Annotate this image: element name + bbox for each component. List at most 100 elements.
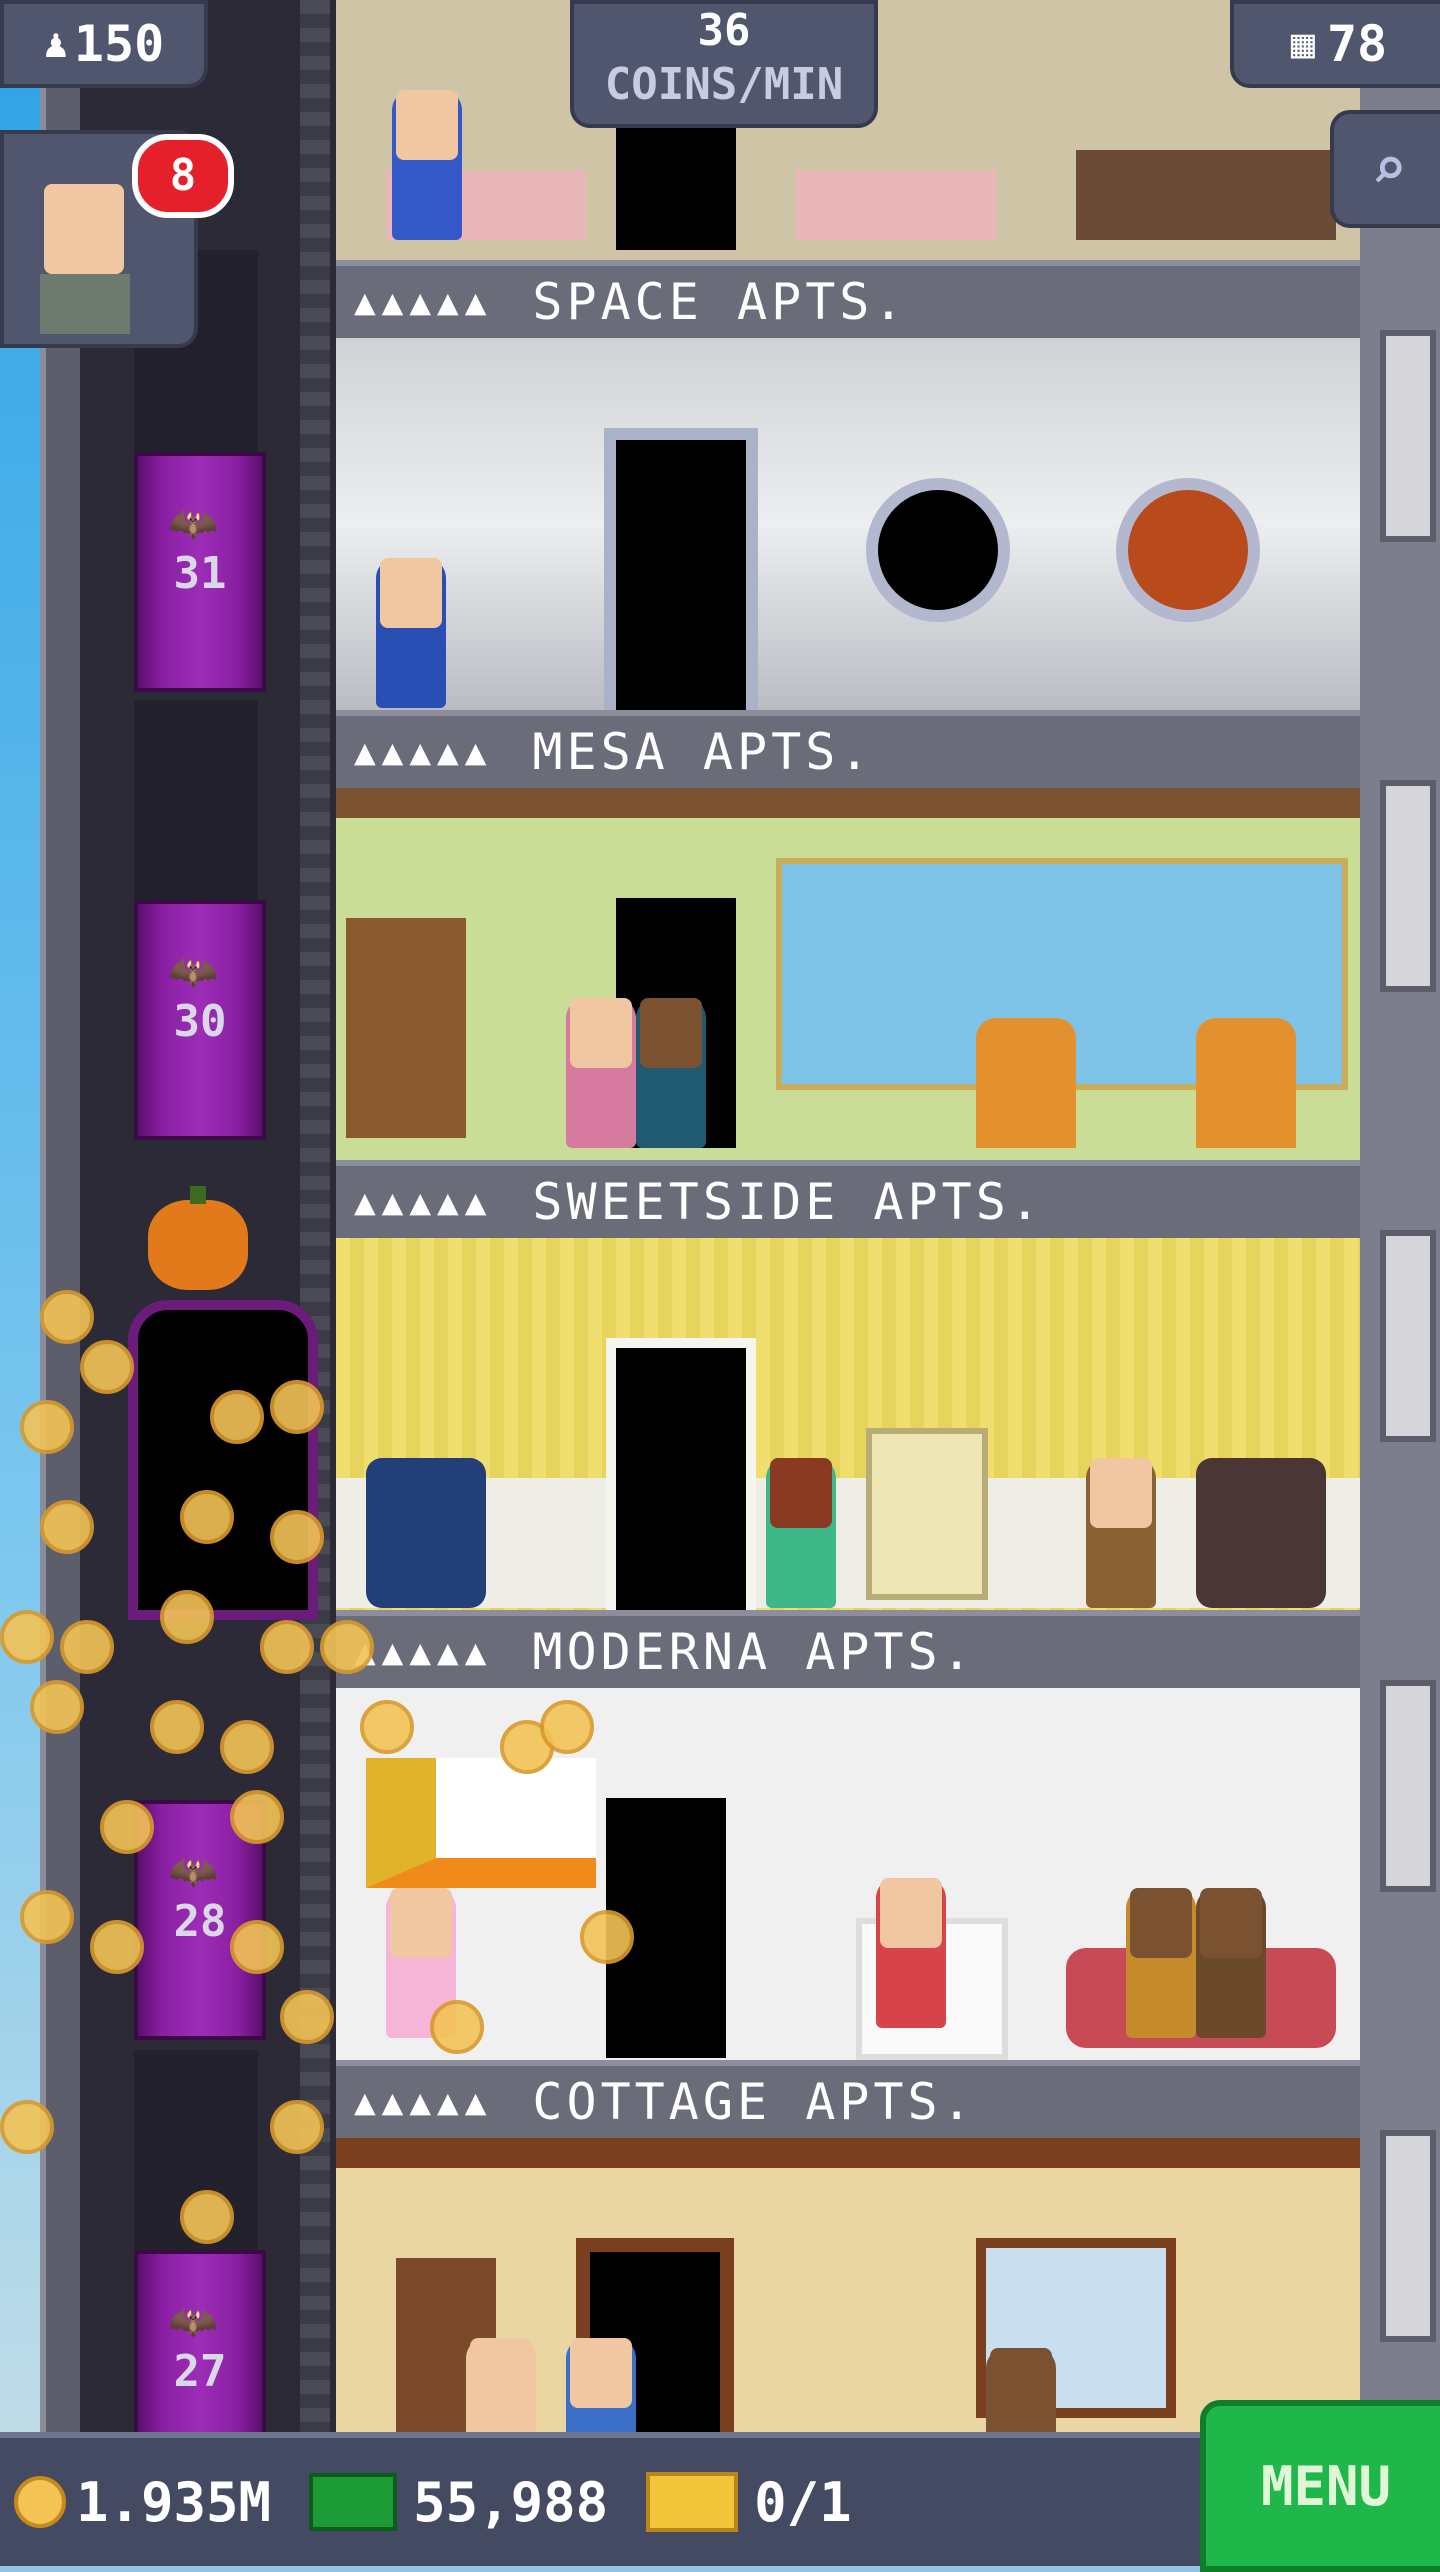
floor-moderna-apts[interactable] bbox=[336, 1688, 1360, 2060]
bitizen-character[interactable] bbox=[392, 90, 462, 240]
coin-icon bbox=[540, 1700, 594, 1754]
bitizen-character[interactable] bbox=[766, 1458, 836, 1608]
bitizen-character[interactable] bbox=[376, 558, 446, 708]
bitizen-character[interactable] bbox=[986, 2348, 1056, 2438]
bat-icon: 🦇 bbox=[168, 949, 218, 995]
elevator-cab[interactable] bbox=[128, 1300, 318, 1620]
resident-pips: ▲▲▲▲▲ bbox=[354, 2081, 493, 2123]
elevator-door-30[interactable]: 🦇 30 bbox=[134, 900, 266, 1140]
coin-icon bbox=[260, 1620, 314, 1674]
bat-icon: 🦇 bbox=[168, 501, 218, 547]
coin-icon bbox=[80, 1340, 134, 1394]
resident-pips: ▲▲▲▲▲ bbox=[354, 1631, 493, 1673]
coin-icon bbox=[230, 1790, 284, 1844]
floor-name: SPACE APTS. bbox=[532, 273, 908, 331]
tower-window bbox=[1380, 2130, 1436, 2342]
tower-window bbox=[1380, 1680, 1436, 1892]
floor-sweetside-apts[interactable] bbox=[336, 1238, 1360, 1610]
building-icon: ▦ bbox=[1290, 21, 1315, 67]
coin-icon bbox=[14, 2476, 66, 2528]
coin-icon bbox=[60, 1620, 114, 1674]
golden-ticket-icon bbox=[646, 2472, 739, 2532]
floor-label-moderna-apts[interactable]: ▲▲▲▲▲ MODERNA APTS. bbox=[336, 1610, 1360, 1694]
coin-icon bbox=[210, 1390, 264, 1444]
population-counter[interactable]: ♟ 150 bbox=[0, 0, 208, 88]
coin-icon bbox=[360, 1700, 414, 1754]
bux-display[interactable]: 55,988 bbox=[309, 2471, 608, 2534]
bat-icon: 🦇 bbox=[168, 2299, 218, 2345]
coin-icon bbox=[270, 1380, 324, 1434]
bitizen-character[interactable] bbox=[1086, 1458, 1156, 1608]
floor-mesa-apts[interactable] bbox=[336, 788, 1360, 1160]
coins-value: 1.935M bbox=[76, 2470, 272, 2534]
floors-counter[interactable]: ▦ 78 bbox=[1230, 0, 1440, 88]
armchair bbox=[976, 1018, 1076, 1148]
avatar bbox=[44, 184, 124, 274]
coin-icon bbox=[160, 1590, 214, 1644]
coin-icon bbox=[230, 1920, 284, 1974]
bux-value: 55,988 bbox=[413, 2470, 609, 2534]
floor-door bbox=[616, 120, 736, 250]
bat-icon: 🦇 bbox=[168, 1849, 218, 1895]
floor-door bbox=[604, 428, 758, 710]
coin-icon bbox=[0, 2100, 54, 2154]
menu-label: MENU bbox=[1260, 2454, 1392, 2518]
porthole-mars bbox=[1116, 478, 1260, 622]
elevator-door-31[interactable]: 🦇 31 bbox=[134, 452, 266, 692]
coin-icon bbox=[100, 1800, 154, 1854]
floor-name: MODERNA APTS. bbox=[532, 1623, 976, 1681]
brown-sofa bbox=[1196, 1458, 1326, 1608]
coins-per-min-label: COINS/MIN bbox=[604, 59, 844, 110]
bitizen-character[interactable] bbox=[566, 998, 636, 1148]
coin-icon bbox=[270, 2100, 324, 2154]
bitizen-character[interactable] bbox=[876, 1878, 946, 2028]
tickets-display[interactable]: 0/1 bbox=[646, 2471, 852, 2534]
floor-cottage-apts[interactable] bbox=[336, 2138, 1360, 2438]
coin-icon bbox=[40, 1290, 94, 1344]
floor-label-space-apts[interactable]: ▲▲▲▲▲ SPACE APTS. bbox=[336, 260, 1360, 344]
population-icon: ♟ bbox=[43, 21, 68, 67]
coin-icon bbox=[220, 1720, 274, 1774]
resident-pips: ▲▲▲▲▲ bbox=[354, 731, 493, 773]
coin-icon bbox=[320, 1620, 374, 1674]
resident-pips: ▲▲▲▲▲ bbox=[354, 1181, 493, 1223]
pumpkin-decoration bbox=[148, 1186, 248, 1290]
coin-icon bbox=[580, 1910, 634, 1964]
shaft-segment bbox=[134, 700, 258, 910]
bitizen-character[interactable] bbox=[566, 2338, 636, 2438]
coin-icon bbox=[20, 1400, 74, 1454]
armchair bbox=[1196, 1018, 1296, 1148]
elevator-floor-number: 31 bbox=[173, 548, 227, 599]
floor-name: COTTAGE APTS. bbox=[532, 2073, 976, 2131]
menu-button[interactable]: MENU bbox=[1200, 2400, 1440, 2572]
tower-window bbox=[1380, 780, 1436, 992]
bitizen-character[interactable] bbox=[1126, 1888, 1196, 2038]
coin-icon bbox=[40, 1500, 94, 1554]
search-icon: ⌕ bbox=[1370, 134, 1408, 204]
floor-name: MESA APTS. bbox=[532, 723, 874, 781]
bitizen-character[interactable] bbox=[1196, 1888, 1266, 2038]
ceiling-beam bbox=[336, 788, 1360, 818]
arcade-cabinet[interactable] bbox=[866, 1428, 988, 1600]
elevator-floor-number: 30 bbox=[173, 996, 227, 1047]
floor-door bbox=[606, 1338, 756, 1610]
search-button[interactable]: ⌕ bbox=[1330, 110, 1440, 228]
bitizen-character[interactable] bbox=[466, 2338, 536, 2438]
notification-badge: 8 bbox=[132, 134, 234, 218]
coin-icon bbox=[180, 1490, 234, 1544]
bookshelf bbox=[346, 918, 466, 1138]
floor-label-cottage-apts[interactable]: ▲▲▲▲▲ COTTAGE APTS. bbox=[336, 2060, 1360, 2144]
visitor-portrait-button[interactable]: 8 bbox=[0, 130, 234, 348]
floor-space-apts[interactable] bbox=[336, 338, 1360, 710]
floors-value: 78 bbox=[1326, 15, 1388, 73]
coin-icon bbox=[430, 2000, 484, 2054]
elevator-rail bbox=[300, 0, 330, 2560]
coins-display[interactable]: 1.935M bbox=[14, 2471, 271, 2534]
coins-per-min-value: 36 bbox=[697, 5, 751, 56]
bitizen-character[interactable] bbox=[636, 998, 706, 1148]
coins-per-min-display: 36 COINS/MIN bbox=[570, 0, 878, 128]
floor-label-mesa-apts[interactable]: ▲▲▲▲▲ MESA APTS. bbox=[336, 710, 1360, 794]
coin-icon bbox=[280, 1990, 334, 2044]
floor-label-sweetside-apts[interactable]: ▲▲▲▲▲ SWEETSIDE APTS. bbox=[336, 1160, 1360, 1244]
ceiling-beam bbox=[336, 2138, 1360, 2168]
